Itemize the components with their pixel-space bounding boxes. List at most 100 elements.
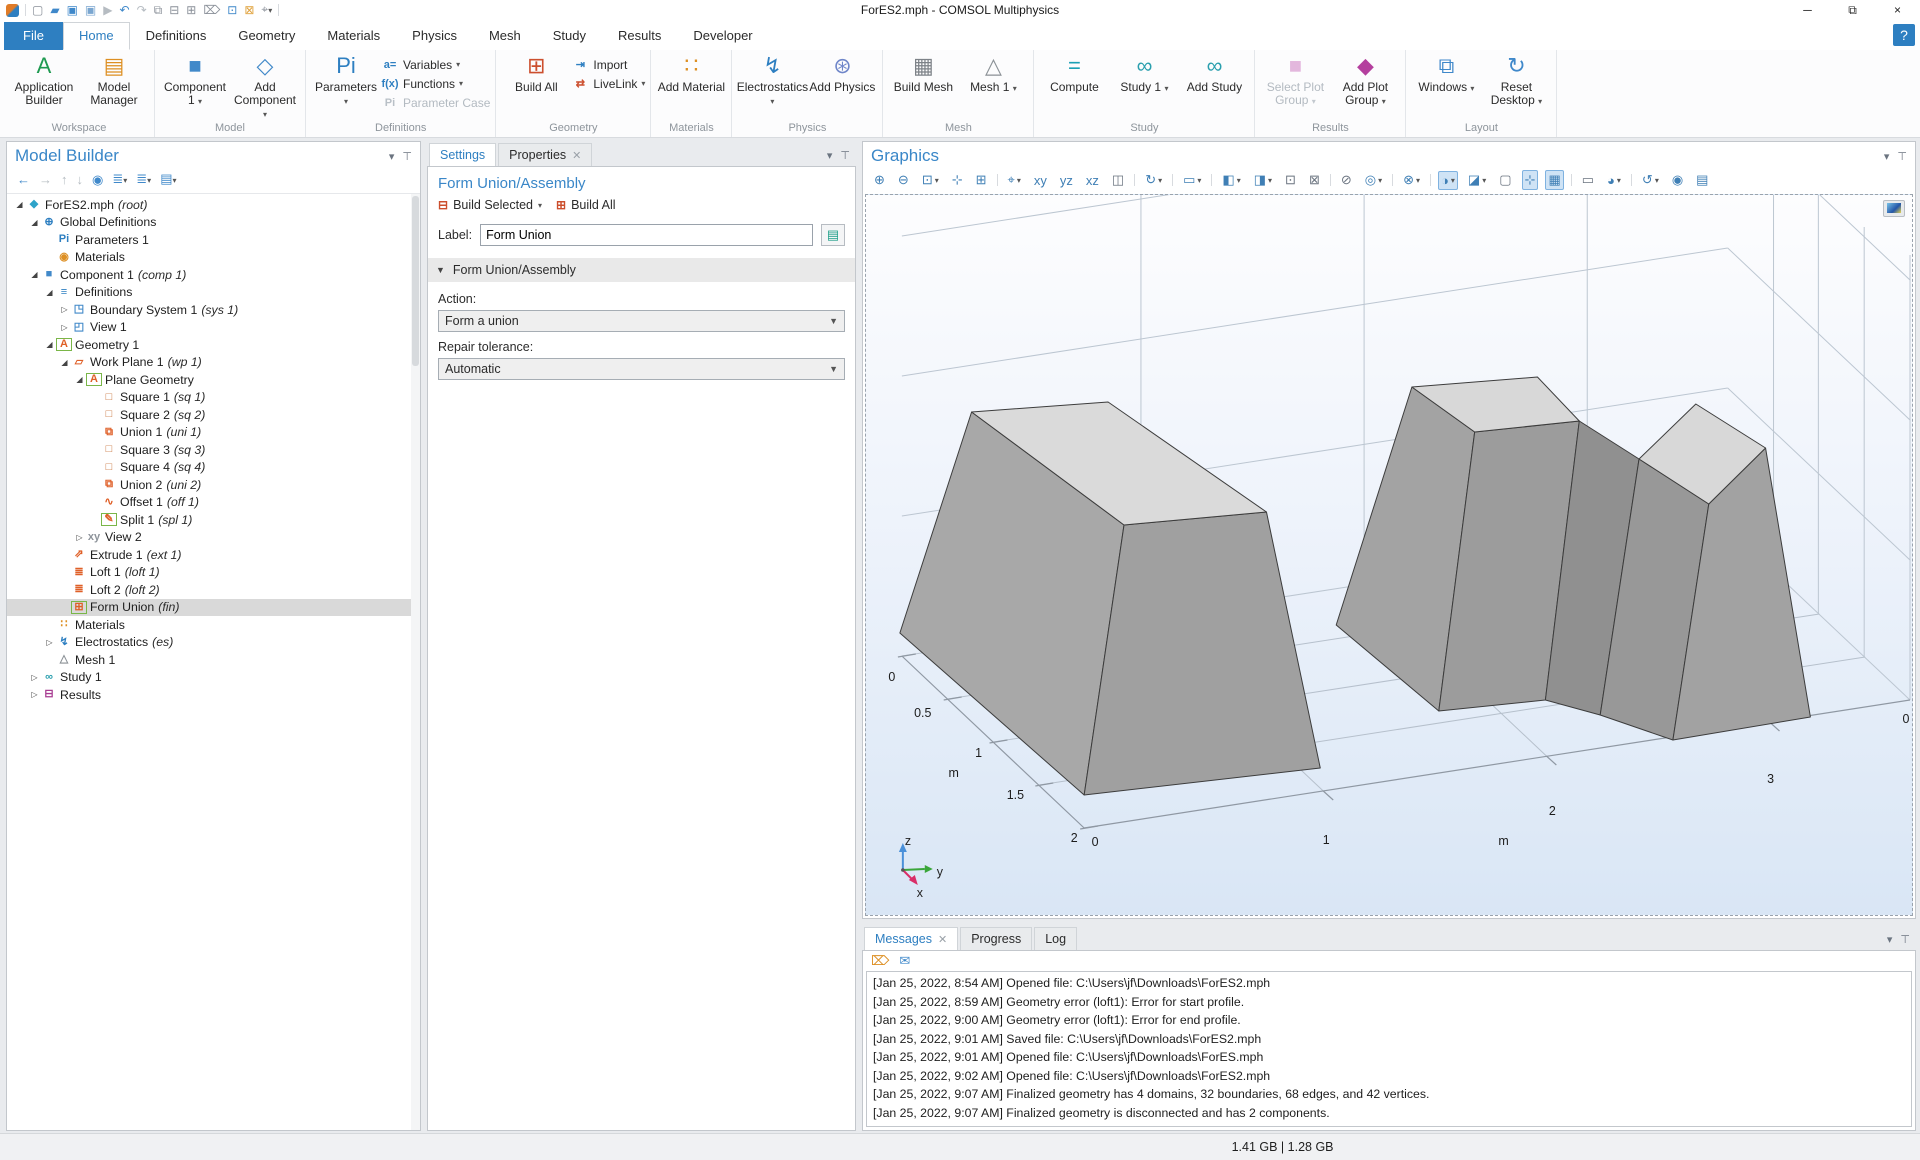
hide-selected-icon[interactable]: ⊘: [1338, 170, 1355, 190]
expander-icon[interactable]: ◢: [58, 358, 71, 367]
graphics-canvas[interactable]: 0 0.5 1 m 1.5 2 0 1 2 m 3 0: [865, 194, 1913, 916]
tab-progress[interactable]: Progress: [960, 927, 1032, 950]
reset-desktop-button[interactable]: ↻Reset Desktop ▾: [1481, 50, 1551, 108]
import-button[interactable]: ⇥Import: [571, 55, 645, 74]
expander-icon[interactable]: ▷: [58, 305, 71, 314]
tree-item-loft-1[interactable]: ≣ Loft 1 (loft 1): [7, 564, 420, 582]
close-icon[interactable]: ✕: [938, 933, 947, 946]
tree-item-component-1[interactable]: ◢ ■ Component 1 (comp 1): [7, 266, 420, 284]
play-icon[interactable]: ▶: [103, 3, 112, 17]
copy-icon[interactable]: ⧉: [154, 3, 163, 17]
tree-item-loft-2[interactable]: ≣ Loft 2 (loft 2): [7, 581, 420, 599]
transparency-icon[interactable]: ◪▾: [1465, 170, 1489, 190]
move-up-icon[interactable]: ↑: [61, 173, 68, 187]
open-file-icon[interactable]: ▰: [50, 3, 59, 17]
variables-button[interactable]: a=Variables▾: [381, 55, 490, 74]
tree-item-offset-1[interactable]: ∿ Offset 1 (off 1): [7, 494, 420, 512]
parameter-case-button[interactable]: PiParameter Case: [381, 93, 490, 112]
tab-home[interactable]: Home: [63, 22, 130, 50]
tree-item-boundary-system-1[interactable]: ▷ ◳ Boundary System 1 (sys 1): [7, 301, 420, 319]
view-xy-icon[interactable]: xy: [1031, 171, 1050, 190]
tree-item-square-4[interactable]: □ Square 4 (sq 4): [7, 459, 420, 477]
panel-menu-icon[interactable]: ▾: [827, 149, 833, 162]
expander-icon[interactable]: ▷: [58, 323, 71, 332]
tree-item-square-3[interactable]: □ Square 3 (sq 3): [7, 441, 420, 459]
scene-light-icon[interactable]: ◑▾: [1438, 171, 1458, 190]
tab-physics[interactable]: Physics: [396, 22, 473, 50]
mesh-1-button[interactable]: △Mesh 1 ▾: [958, 50, 1028, 95]
model-tree-node-text-icon[interactable]: ▤▾: [160, 172, 176, 188]
expander-icon[interactable]: ◢: [73, 375, 86, 384]
parameters-button[interactable]: PiParameters ▾: [311, 50, 381, 108]
show-axis-icon[interactable]: ⊹: [1522, 170, 1539, 190]
duplicate-icon[interactable]: ⊞: [186, 3, 196, 17]
tree-item-geometry-1[interactable]: ◢ A Geometry 1: [7, 336, 420, 354]
save-icon[interactable]: ▣: [67, 3, 78, 17]
tree-item-split-1[interactable]: ✎ Split 1 (spl 1): [7, 511, 420, 529]
preview-icon[interactable]: ⌖▾: [261, 2, 272, 18]
component-1-button[interactable]: ■Component 1 ▾: [160, 50, 230, 108]
label-input[interactable]: [480, 224, 813, 246]
tab-mesh[interactable]: Mesh: [473, 22, 537, 50]
tree-item-union-1[interactable]: ⧉ Union 1 (uni 1): [7, 424, 420, 442]
select-icon[interactable]: ◧▾: [1219, 170, 1243, 190]
panel-menu-icon[interactable]: ▾: [389, 150, 395, 163]
redo-icon[interactable]: ↷: [137, 3, 147, 17]
go-back-icon[interactable]: ←: [17, 173, 30, 187]
close-icon[interactable]: ✕: [572, 149, 581, 162]
tree-item-electrostatics[interactable]: ▷ ↯ Electrostatics (es): [7, 634, 420, 652]
tree-item-extrude-1[interactable]: ⇗ Extrude 1 (ext 1): [7, 546, 420, 564]
tree-item-materials[interactable]: ∷ Materials: [7, 616, 420, 634]
expander-icon[interactable]: ◢: [13, 200, 26, 209]
snapshot-icon[interactable]: ◉: [1669, 170, 1686, 190]
tree-item-materials-global[interactable]: ◉ Materials: [7, 249, 420, 267]
show-icon[interactable]: ◉: [92, 173, 103, 187]
clip-plane-icon[interactable]: ⊗▾: [1400, 170, 1423, 190]
add-plot-group-button[interactable]: ◆Add Plot Group ▾: [1330, 50, 1400, 108]
tree-item-work-plane-1[interactable]: ◢ ▱ Work Plane 1 (wp 1): [7, 354, 420, 372]
tree-item-union-2[interactable]: ⧉ Union 2 (uni 2): [7, 476, 420, 494]
zoom-out-icon[interactable]: ⊖: [895, 170, 912, 190]
build-selected-button[interactable]: ⊟ Build Selected▾: [438, 198, 542, 212]
windows-button[interactable]: ⧉Windows ▾: [1411, 50, 1481, 95]
frustum-middle[interactable]: [1336, 377, 1639, 715]
show-grid-icon[interactable]: ▦: [1545, 170, 1563, 190]
create-named-selection-icon[interactable]: ▤: [821, 224, 845, 246]
repair-tolerance-select[interactable]: Automatic▼: [438, 358, 845, 380]
expander-icon[interactable]: ▷: [73, 533, 86, 542]
expander-icon[interactable]: ◢: [28, 218, 41, 227]
tab-properties[interactable]: Properties✕: [498, 143, 592, 166]
add-physics-button[interactable]: ⊛Add Physics: [807, 50, 877, 94]
tree-item-square-2[interactable]: □ Square 2 (sq 2): [7, 406, 420, 424]
projection-icon[interactable]: ◫: [1109, 170, 1127, 190]
view-yz-icon[interactable]: yz: [1057, 171, 1076, 190]
compute-button[interactable]: =Compute: [1039, 50, 1109, 94]
tree-item-plane-geometry[interactable]: ◢ A Plane Geometry: [7, 371, 420, 389]
refresh-plot-icon[interactable]: ↺▾: [1639, 170, 1662, 190]
tab-log[interactable]: Log: [1034, 927, 1077, 950]
tree-item-parameters-1[interactable]: Pi Parameters 1: [7, 231, 420, 249]
expander-icon[interactable]: ◢: [43, 340, 56, 349]
group-select-icon[interactable]: ◨▾: [1251, 170, 1275, 190]
move-down-icon[interactable]: ↓: [77, 173, 84, 187]
pin-icon[interactable]: ⊤: [840, 149, 850, 162]
default-3d-view-icon[interactable]: ⌖▾: [1005, 170, 1024, 190]
lasso-select-icon[interactable]: ⊠: [1306, 170, 1323, 190]
tree-item-study-1[interactable]: ▷ ∞ Study 1: [7, 669, 420, 687]
tab-results[interactable]: Results: [602, 22, 677, 50]
hide-labels-icon[interactable]: ▭: [1579, 170, 1597, 190]
section-form-union-assembly[interactable]: ▼ Form Union/Assembly: [428, 258, 855, 282]
color-theme-icon[interactable]: ◕▾: [1604, 171, 1624, 190]
tree-item-results[interactable]: ▷ ⊟ Results: [7, 686, 420, 704]
pin-icon[interactable]: ⊤: [1900, 933, 1910, 946]
add-material-button[interactable]: ∷Add Material: [656, 50, 726, 94]
print-icon[interactable]: ▤: [1693, 170, 1711, 190]
tree-item-view-2[interactable]: ▷ xy View 2: [7, 529, 420, 547]
expander-icon[interactable]: ▷: [28, 673, 41, 682]
tree-item-mesh-1[interactable]: △ Mesh 1: [7, 651, 420, 669]
tree-item-view-1[interactable]: ▷ ◰ View 1: [7, 319, 420, 337]
collapse-all-icon[interactable]: ≣▾: [112, 172, 127, 188]
tab-study[interactable]: Study: [537, 22, 602, 50]
tree-item-root[interactable]: ◢ ◆ ForES2.mph (root): [7, 196, 420, 214]
zoom-box-icon[interactable]: ⊡▾: [919, 170, 942, 190]
